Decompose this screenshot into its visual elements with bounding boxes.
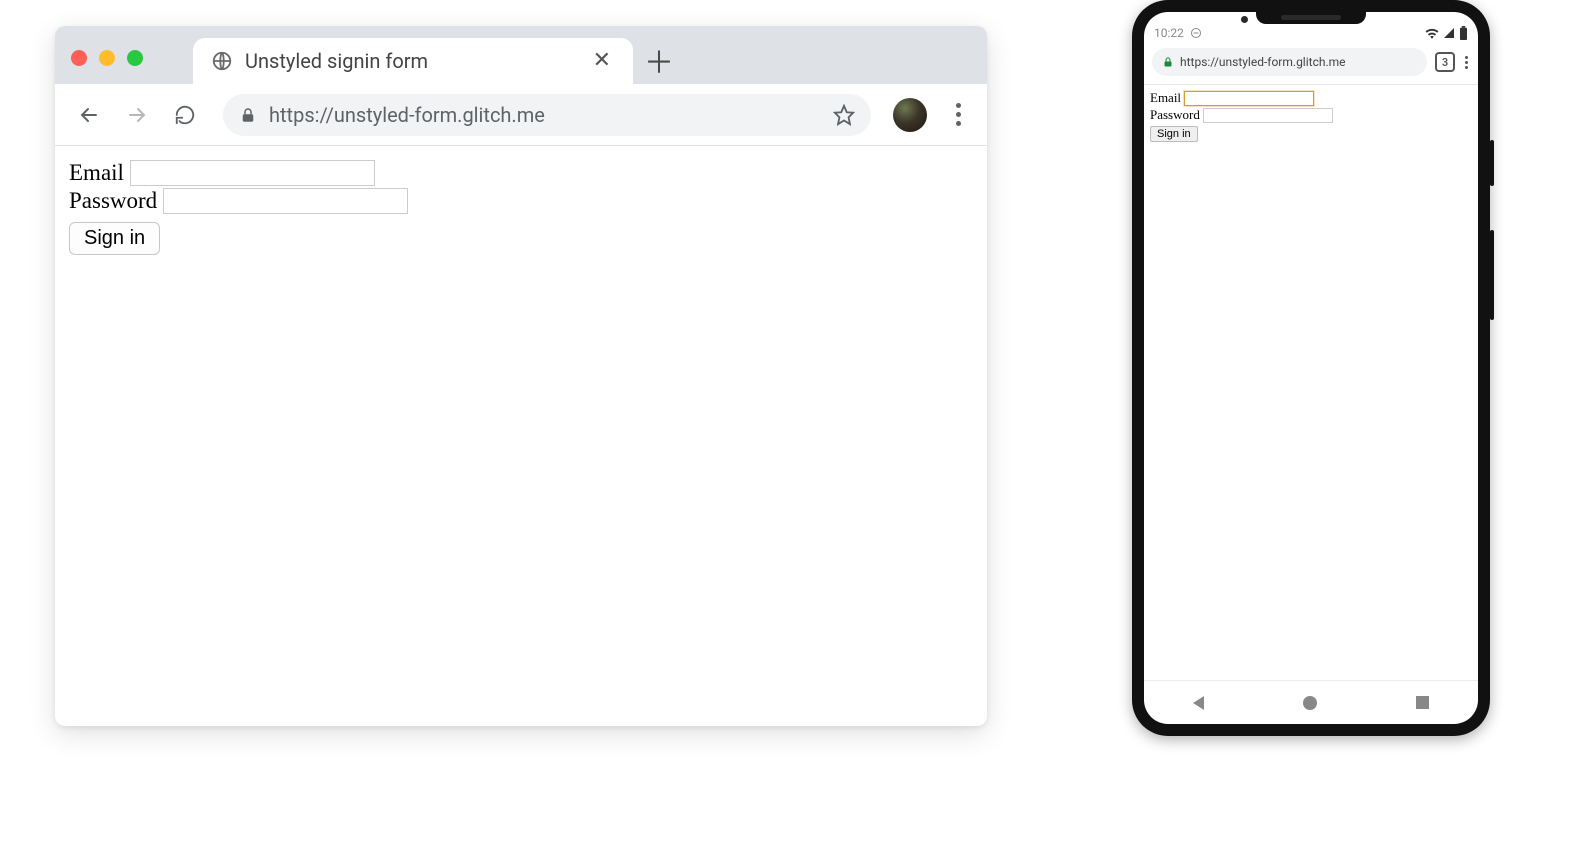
android-nav-bar (1144, 680, 1478, 724)
star-icon[interactable] (833, 104, 855, 126)
address-bar[interactable]: https://unstyled-form.glitch.me (223, 94, 871, 136)
mobile-menu-button[interactable] (1463, 54, 1470, 71)
window-minimize-button[interactable] (99, 50, 115, 66)
phone-speaker (1256, 12, 1366, 24)
tab-switcher-button[interactable]: 3 (1435, 52, 1455, 72)
tab-strip: Unstyled signin form ✕ ＋ (55, 26, 987, 84)
android-recent-button[interactable] (1416, 696, 1429, 709)
android-back-button[interactable] (1193, 696, 1204, 710)
mobile-email-input[interactable] (1184, 91, 1314, 106)
dnd-icon (1190, 27, 1202, 39)
reload-button[interactable] (165, 95, 205, 135)
tab-count: 3 (1442, 56, 1448, 69)
phone-side-button (1490, 230, 1494, 320)
tab-close-button[interactable]: ✕ (589, 50, 615, 72)
menu-button[interactable] (943, 103, 973, 126)
back-button[interactable] (69, 95, 109, 135)
mobile-signin-button[interactable]: Sign in (1150, 126, 1198, 142)
wifi-icon (1425, 27, 1439, 39)
page-body: Email Password Sign in (55, 146, 987, 269)
mobile-password-input[interactable] (1203, 108, 1333, 123)
signin-button[interactable]: Sign in (69, 222, 160, 255)
mobile-url-text: https://unstyled-form.glitch.me (1180, 55, 1346, 69)
android-home-button[interactable] (1303, 696, 1317, 710)
new-tab-button[interactable]: ＋ (637, 38, 681, 82)
lock-icon (1162, 56, 1174, 68)
lock-icon (239, 106, 257, 124)
forward-button[interactable] (117, 95, 157, 135)
url-text: https://unstyled-form.glitch.me (269, 103, 821, 127)
window-close-button[interactable] (71, 50, 87, 66)
mobile-page-body: Email Password Sign in (1144, 85, 1478, 680)
browser-window: Unstyled signin form ✕ ＋ (55, 26, 987, 726)
mobile-toolbar: https://unstyled-form.glitch.me 3 (1144, 42, 1478, 85)
window-controls (71, 50, 143, 66)
window-zoom-button[interactable] (127, 50, 143, 66)
phone-side-button (1490, 140, 1494, 186)
phone-frame: 10:22 ht (1132, 0, 1490, 736)
browser-tab[interactable]: Unstyled signin form ✕ (193, 38, 633, 84)
email-input[interactable] (130, 160, 375, 186)
tab-title: Unstyled signin form (245, 49, 577, 73)
phone-camera (1241, 16, 1248, 23)
password-label: Password (69, 188, 157, 214)
browser-toolbar: https://unstyled-form.glitch.me (55, 84, 987, 146)
mobile-password-label: Password (1150, 107, 1200, 123)
mobile-address-bar[interactable]: https://unstyled-form.glitch.me (1152, 48, 1427, 76)
email-label: Email (69, 160, 124, 186)
mobile-email-label: Email (1150, 90, 1181, 106)
profile-avatar[interactable] (893, 98, 927, 132)
phone-screen: 10:22 ht (1144, 12, 1478, 724)
globe-icon (211, 50, 233, 72)
password-input[interactable] (163, 188, 408, 214)
status-time: 10:22 (1154, 26, 1184, 40)
signal-icon (1443, 27, 1455, 39)
battery-icon (1459, 26, 1468, 40)
